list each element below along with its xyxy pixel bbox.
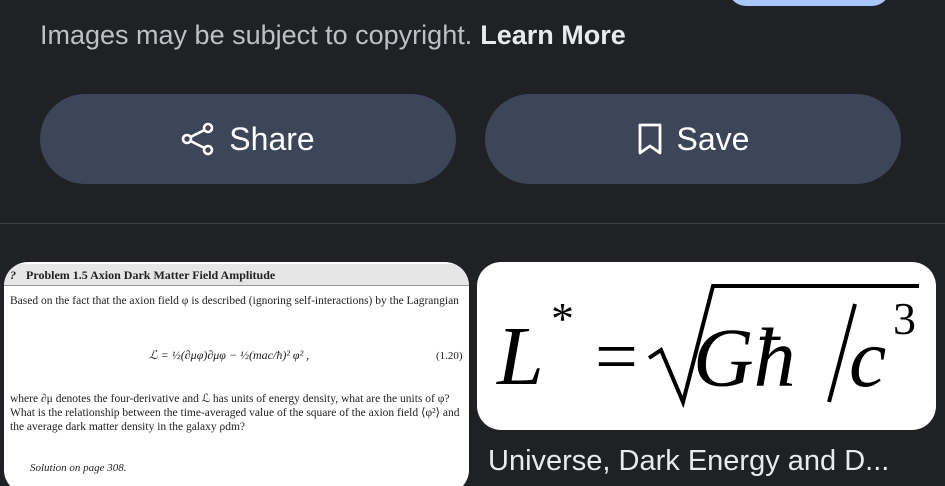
solution-reference: Solution on page 308. (30, 462, 127, 474)
visit-button[interactable] (728, 0, 890, 6)
problem-title: Problem 1.5 Axion Dark Matter Field Ampl… (26, 268, 276, 282)
problem-page-image: ? Problem 1.5 Axion Dark Matter Field Am… (4, 262, 469, 486)
save-button[interactable]: Save (485, 94, 901, 184)
formula-equals: = (595, 315, 638, 399)
share-button[interactable]: Share (40, 94, 456, 184)
problem-paragraph: Based on the fact that the axion field φ… (10, 295, 459, 307)
learn-more-link[interactable]: Learn More (480, 20, 626, 51)
formula-exponent: 3 (893, 293, 916, 344)
formula-c: c (849, 312, 886, 405)
copyright-notice: Images may be subject to copyright. Lear… (40, 16, 626, 54)
problem-question: where ∂μ denotes the four-derivative and… (10, 393, 460, 433)
formula-lhs: L (496, 310, 544, 403)
section-divider (0, 223, 945, 224)
share-label: Share (229, 120, 315, 157)
image-detail-panel: Images may be subject to copyright. Lear… (0, 0, 945, 486)
copyright-text: Images may be subject to copyright. (40, 19, 473, 50)
related-image-caption[interactable]: Universe, Dark Energy and D... (488, 440, 889, 482)
problem-heading: ? Problem 1.5 Axion Dark Matter Field Am… (4, 264, 469, 286)
share-icon (181, 122, 215, 156)
formula-star: * (551, 293, 574, 344)
bookmark-icon (637, 122, 663, 156)
related-image-card[interactable]: ? Problem 1.5 Axion Dark Matter Field Am… (4, 262, 469, 486)
planck-length-formula-image: L * = Għ c 3 (496, 284, 919, 409)
lagrangian-equation: ℒ = ½(∂μφ)∂μφ − ½(mac/ħ)² φ² , (149, 348, 310, 362)
equation-number: (1.20) (436, 350, 463, 362)
formula-g-hbar: Għ (693, 312, 796, 405)
related-image-card[interactable]: L * = Għ c 3 (477, 262, 936, 430)
save-label: Save (676, 120, 750, 157)
problem-marker: ? (10, 268, 16, 282)
